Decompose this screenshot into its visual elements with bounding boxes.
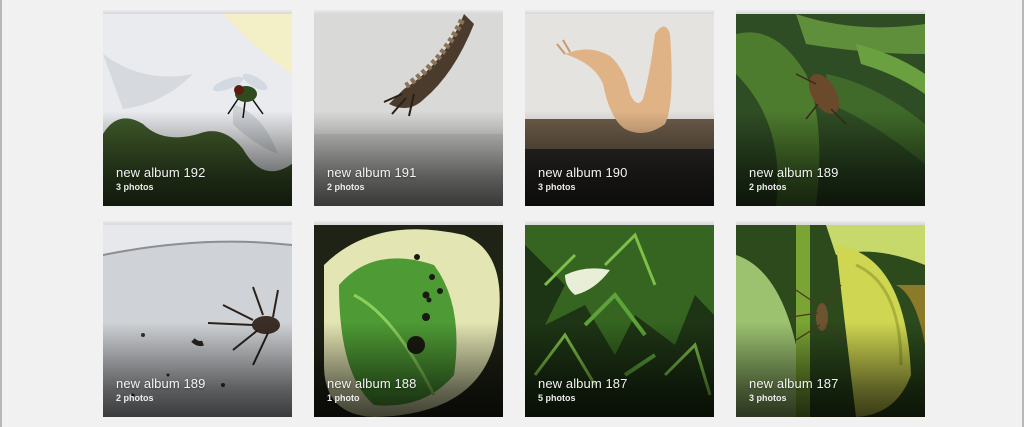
album-title: new album 188 bbox=[327, 376, 417, 391]
window-left-edge bbox=[0, 0, 2, 427]
album-card[interactable]: new album 189 2 photos bbox=[736, 14, 925, 206]
album-photo-count: 2 photos bbox=[749, 182, 787, 192]
album-card[interactable]: new album 187 5 photos bbox=[525, 225, 714, 417]
album-grid: new album 192 3 photos new album 191 2 p… bbox=[103, 14, 925, 417]
album-photo-count: 2 photos bbox=[327, 182, 365, 192]
album-title: new album 189 bbox=[116, 376, 206, 391]
album-card[interactable]: new album 191 2 photos bbox=[314, 14, 503, 206]
album-card[interactable]: new album 190 3 photos bbox=[525, 14, 714, 206]
album-photo-count: 3 photos bbox=[538, 182, 576, 192]
album-card[interactable]: new album 189 2 photos bbox=[103, 225, 292, 417]
album-photo-count: 2 photos bbox=[116, 393, 154, 403]
album-card[interactable]: new album 187 3 photos bbox=[736, 225, 925, 417]
album-photo-count: 1 photo bbox=[327, 393, 360, 403]
album-card[interactable]: new album 192 3 photos bbox=[103, 14, 292, 206]
album-title: new album 189 bbox=[749, 165, 839, 180]
album-title: new album 187 bbox=[749, 376, 839, 391]
album-title: new album 191 bbox=[327, 165, 417, 180]
album-title: new album 192 bbox=[116, 165, 206, 180]
album-title: new album 187 bbox=[538, 376, 628, 391]
album-title: new album 190 bbox=[538, 165, 628, 180]
album-photo-count: 5 photos bbox=[538, 393, 576, 403]
album-card[interactable]: new album 188 1 photo bbox=[314, 225, 503, 417]
album-photo-count: 3 photos bbox=[116, 182, 154, 192]
album-photo-count: 3 photos bbox=[749, 393, 787, 403]
